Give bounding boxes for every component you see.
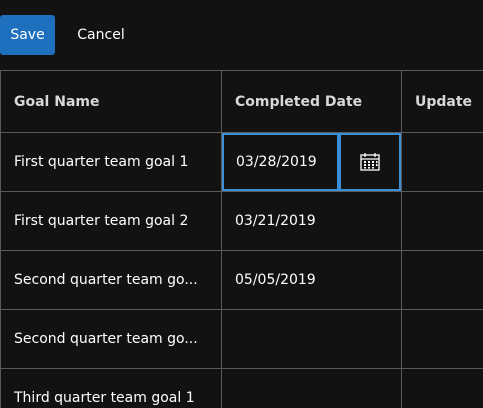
goal-name-cell[interactable]: First quarter team goal 2 [0, 191, 222, 251]
update-cell[interactable]: 500 [401, 309, 483, 369]
save-button[interactable]: Save [0, 15, 55, 55]
update-cell[interactable]: 9 [401, 250, 483, 310]
header-row: Goal Name Completed Date Update [0, 70, 483, 133]
goals-table: Goal Name Completed Date Update First qu… [0, 70, 483, 408]
column-header-completed-date[interactable]: Completed Date [221, 70, 402, 133]
goal-name-cell[interactable]: Third quarter team goal 1 [0, 368, 222, 408]
column-header-update[interactable]: Update [401, 70, 483, 133]
goals-grid: Goal Name Completed Date Update First qu… [0, 70, 483, 408]
completed-date-cell[interactable] [221, 368, 402, 408]
toolbar: Save Cancel [0, 0, 483, 70]
goal-name-cell[interactable]: Second quarter team go... [0, 250, 222, 310]
table-row[interactable]: Third quarter team goal 1 [0, 368, 483, 408]
update-cell[interactable]: 25 [401, 191, 483, 251]
update-cell[interactable]: 50 [401, 132, 483, 192]
completed-date-cell[interactable] [221, 309, 402, 369]
goal-name-cell[interactable]: Second quarter team go... [0, 309, 222, 369]
table-row[interactable]: Second quarter team go... 500 [0, 309, 483, 369]
calendar-icon [360, 153, 380, 171]
date-picker-button[interactable] [339, 133, 401, 191]
table-row[interactable]: First quarter team goal 1 03/28/2019 [0, 132, 483, 192]
table-row[interactable]: Second quarter team go... 05/05/2019 9 [0, 250, 483, 310]
table-row[interactable]: First quarter team goal 2 03/21/2019 25 [0, 191, 483, 251]
completed-date-input[interactable] [222, 133, 339, 191]
cancel-button[interactable]: Cancel [66, 15, 136, 55]
goal-name-cell[interactable]: First quarter team goal 1 [0, 132, 222, 192]
completed-date-cell[interactable]: 03/21/2019 [221, 191, 402, 251]
completed-date-cell[interactable]: 05/05/2019 [221, 250, 402, 310]
column-header-goal-name[interactable]: Goal Name [0, 70, 222, 133]
completed-date-editor[interactable] [221, 132, 402, 192]
update-cell[interactable] [401, 368, 483, 408]
